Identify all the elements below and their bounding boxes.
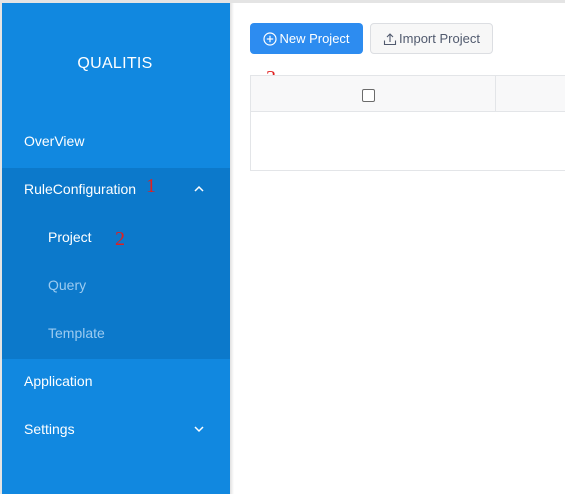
sidebar-subitem-template[interactable]: Template [0,309,230,357]
chevron-down-icon [194,426,204,433]
annotation-marker-2: 2 [115,228,125,250]
sidebar-item-label: Settings [24,421,75,437]
sidebar-item-label: RuleConfiguration [24,181,137,197]
sidebar-subitem-label: Template [48,325,105,341]
window-left-border [0,0,2,494]
new-project-label: New Project [279,31,350,46]
sidebar-shadow [230,3,234,494]
sidebar-subitem-label: Project [48,229,92,245]
sidebar-subitem-query[interactable]: Query [0,261,230,309]
select-all-checkbox[interactable] [362,89,375,102]
upload-icon [383,32,397,45]
sidebar-item-application[interactable]: Application [0,357,230,405]
sidebar-item-overview[interactable]: OverView [0,117,230,165]
import-project-label: Import Project [399,31,480,46]
annotation-marker-1: 1 [146,175,156,197]
sidebar-item-rule-configuration[interactable]: RuleConfiguration [0,165,230,213]
sidebar-item-label: OverView [24,133,85,149]
sidebar-subitem-label: Query [48,277,87,293]
table-header [251,76,565,112]
new-project-button[interactable]: New Project [250,23,363,54]
plus-circle-icon [263,31,278,46]
app-logo: QUALITIS [77,55,153,72]
chevron-up-icon [194,185,204,192]
project-table [250,75,565,171]
sidebar-item-label: Application [24,373,93,389]
import-project-button[interactable]: Import Project [370,23,493,54]
sidebar-item-settings[interactable]: Settings [0,405,230,453]
column-divider [495,76,496,112]
